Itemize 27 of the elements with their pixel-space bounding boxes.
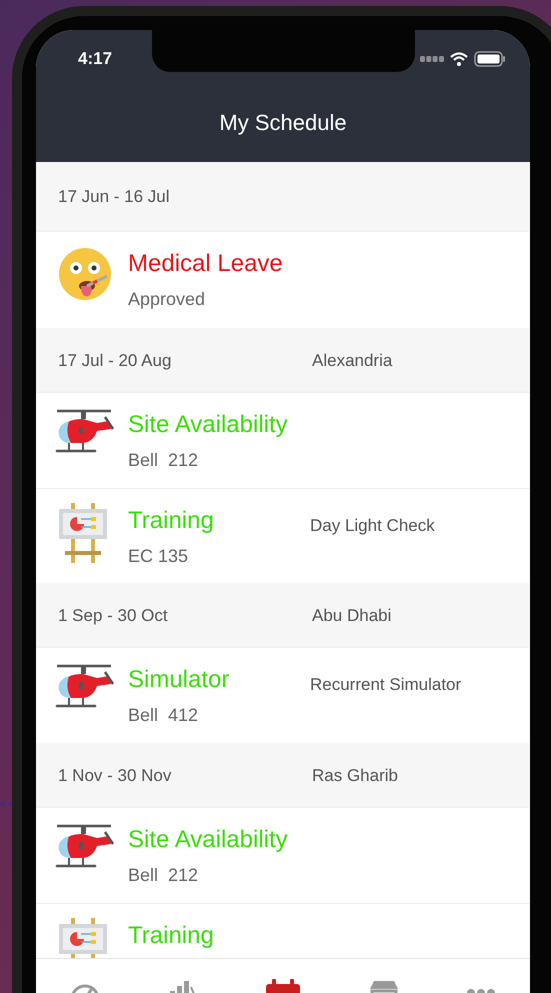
entry-subtitle: Approved [128, 288, 206, 311]
status-time: 4:17 [78, 48, 112, 70]
schedule-entry[interactable]: Site Availability Bell 212 [36, 393, 530, 488]
location-text: Alexandria [312, 350, 392, 372]
entry-title: Training [128, 507, 215, 535]
entry-title: Medical Leave [128, 250, 284, 278]
schedule-entry[interactable]: Medical Leave Approved [36, 232, 530, 328]
entry-note: Day Light Check [310, 515, 435, 537]
entry-title: Site Availability [128, 826, 289, 854]
entry-title: Simulator [128, 666, 230, 694]
schedule-entry[interactable]: Training EC 135 Day Light Check [36, 488, 530, 583]
screen-title: My Schedule [219, 108, 347, 137]
entry-subtitle: Bell 212 [128, 864, 200, 887]
schedule-entry[interactable]: Simulator Bell 412 Recurrent Simulator [36, 648, 530, 743]
location-text: Abu Dhabi [312, 604, 392, 627]
date-range: 17 Jun - 16 Jul [58, 186, 171, 208]
entry-note: Recurrent Simulator [310, 674, 462, 696]
location-text: Ras Gharib [312, 764, 398, 787]
schedule-entry[interactable]: Site Availability Bell 212 [36, 808, 530, 903]
entry-title: Training [128, 922, 215, 950]
date-range: 1 Nov - 30 Nov [58, 764, 172, 787]
date-range: 1 Sep - 30 Oct [58, 604, 169, 627]
entry-title: Site Availability [128, 411, 289, 439]
entry-subtitle: Bell 212 [128, 449, 200, 472]
entry-subtitle: Bell 412 [128, 704, 200, 727]
entry-subtitle: EC 135 [128, 545, 190, 568]
date-range: 17 Jul - 20 Aug [58, 350, 172, 372]
